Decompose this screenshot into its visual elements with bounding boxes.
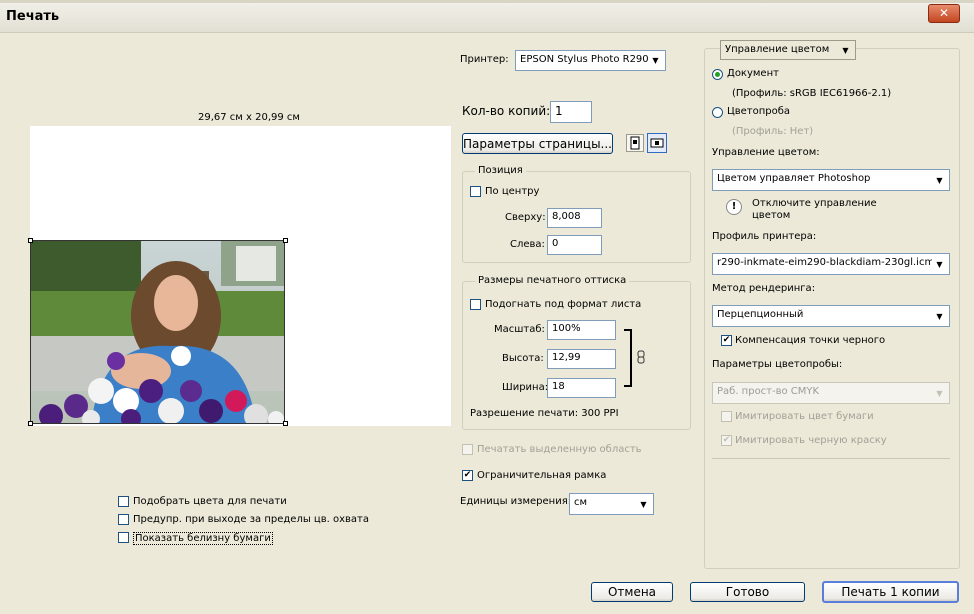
printer-value: EPSON Stylus Photo R290... [520, 54, 659, 65]
chevron-down-icon: ▼ [932, 308, 947, 324]
resize-handle-bottom-right[interactable] [283, 421, 288, 426]
simulate-black-label: Имитировать черную краску [735, 435, 887, 446]
left-input[interactable]: 0 [547, 235, 602, 255]
output-mode-value: Управление цветом [725, 44, 830, 55]
document-label: Документ [727, 68, 779, 79]
print-size-group-title: Размеры печатного оттиска [475, 275, 630, 286]
rendering-intent-select[interactable]: Перцепционный ▼ [712, 305, 950, 327]
warning-icon: ! [726, 199, 742, 215]
resize-handle-top-left[interactable] [28, 238, 33, 243]
paper-size-label: 29,67 см x 20,99 см [198, 112, 300, 123]
proof-profile-label: (Профиль: Нет) [732, 126, 814, 137]
proof-radio[interactable] [712, 107, 723, 118]
output-mode-select[interactable]: Управление цветом ▼ [720, 40, 856, 60]
center-checkbox[interactable] [470, 186, 481, 197]
simulate-black-checkbox[interactable]: ✔ [721, 435, 732, 446]
chevron-down-icon: ▼ [932, 172, 947, 188]
color-handling-label: Управление цветом: [712, 147, 820, 158]
match-colors-label: Подобрать цвета для печати [133, 496, 287, 507]
black-point-label: Компенсация точки черного [735, 335, 886, 346]
center-label: По центру [485, 186, 540, 197]
chevron-down-icon: ▼ [648, 53, 663, 68]
close-button[interactable]: ✕ [928, 4, 960, 23]
print-button[interactable]: Печать 1 копии [822, 581, 959, 603]
chevron-down-icon: ▼ [636, 496, 651, 512]
color-handling-select[interactable]: Цветом управляет Photoshop ▼ [712, 169, 950, 191]
scale-input[interactable]: 100% [547, 320, 616, 340]
match-colors-checkbox[interactable] [118, 496, 129, 507]
cancel-button[interactable]: Отмена [591, 582, 673, 602]
chevron-down-icon: ▼ [932, 256, 947, 272]
top-input[interactable]: 8,008 [547, 208, 602, 228]
gamut-warning-checkbox[interactable] [118, 514, 129, 525]
printer-select[interactable]: EPSON Stylus Photo R290... ▼ [515, 50, 666, 71]
warning-text-line2: цветом [752, 210, 791, 221]
printer-profile-label: Профиль принтера: [712, 231, 817, 242]
document-radio[interactable] [712, 69, 723, 80]
rendering-intent-label: Метод рендеринга: [712, 283, 816, 294]
printer-profile-select[interactable]: r290-inkmate-eim290-blackdiam-230gl.icm … [712, 253, 950, 275]
background-window-strip [0, 0, 974, 3]
page-setup-button[interactable]: Параметры страницы... [462, 133, 613, 154]
window-title: Печать [6, 9, 60, 24]
bounding-box-checkbox[interactable]: ✔ [462, 470, 473, 481]
bounding-box-label: Ограничительная рамка [477, 470, 607, 481]
panel-divider [712, 458, 950, 459]
print-selected-area-checkbox[interactable] [462, 444, 473, 455]
landscape-orientation-icon[interactable] [647, 133, 667, 153]
resize-handle-top-right[interactable] [283, 238, 288, 243]
chevron-down-icon: ▼ [838, 43, 853, 57]
copies-input[interactable]: 1 [550, 101, 592, 123]
proof-setup-value: Раб. прост-во CMYK [717, 386, 820, 397]
scale-label: Масштаб: [494, 324, 545, 335]
paper-white-label: Показать белизну бумаги [133, 532, 273, 545]
print-selected-area-label: Печатать выделенную область [477, 444, 642, 455]
left-label: Слева: [510, 239, 545, 250]
printer-label: Принтер: [460, 54, 509, 65]
photo-preview[interactable] [30, 240, 285, 424]
chain-link-icon[interactable] [637, 350, 645, 364]
portrait-orientation-icon[interactable] [626, 134, 644, 152]
gamut-warning-label: Предупр. при выходе за пределы цв. охват… [133, 514, 369, 525]
link-bracket [624, 329, 632, 387]
fit-media-checkbox[interactable] [470, 299, 481, 310]
proof-setup-select[interactable]: Раб. прост-во CMYK ▼ [712, 382, 950, 404]
photo-image [31, 241, 284, 423]
document-profile-label: (Профиль: sRGB IEC61966-2.1) [732, 88, 892, 99]
black-point-checkbox[interactable]: ✔ [721, 335, 732, 346]
height-input[interactable]: 12,99 [547, 349, 616, 369]
color-handling-value: Цветом управляет Photoshop [717, 173, 871, 184]
height-label: Высота: [502, 353, 544, 364]
position-group-title: Позиция [475, 165, 526, 176]
proof-setup-label: Параметры цветопробы: [712, 359, 843, 370]
print-resolution-label: Разрешение печати: 300 PPI [470, 408, 619, 419]
title-bar: Печать ✕ [0, 0, 974, 33]
resize-handle-bottom-left[interactable] [28, 421, 33, 426]
print-dialog: Печать ✕ 29,67 см x 20,99 см Подобрать ц… [0, 0, 974, 614]
proof-label: Цветопроба [727, 106, 791, 117]
width-label: Ширина: [502, 382, 549, 393]
warning-text-line1: Отключите управление [752, 198, 877, 209]
fit-media-label: Подогнать под формат листа [485, 299, 642, 310]
width-input[interactable]: 18 [547, 378, 616, 398]
paper-white-checkbox[interactable] [118, 532, 129, 543]
simulate-paper-label: Имитировать цвет бумаги [735, 411, 874, 422]
units-select[interactable]: см ▼ [569, 493, 654, 515]
top-label: Сверху: [505, 212, 546, 223]
chevron-down-icon: ▼ [932, 385, 947, 401]
units-value: см [574, 497, 588, 508]
simulate-paper-checkbox[interactable] [721, 411, 732, 422]
units-label: Единицы измерения: [460, 496, 572, 507]
done-button[interactable]: Готово [690, 582, 805, 602]
copies-label: Кол-во копий: [462, 104, 551, 118]
printer-profile-value: r290-inkmate-eim290-blackdiam-230gl.icm [717, 257, 935, 268]
rendering-intent-value: Перцепционный [717, 309, 804, 320]
